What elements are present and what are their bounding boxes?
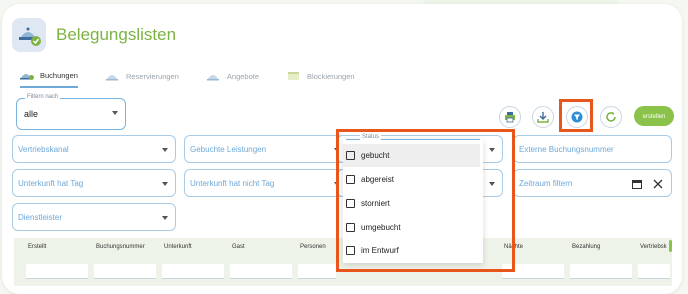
download-icon — [537, 112, 549, 123]
column-filter-input[interactable] — [230, 264, 292, 279]
filter-legend: Filtern nach — [25, 94, 61, 100]
input-placeholder: Zeitraum filtern — [519, 179, 573, 188]
tab-label: Angebote — [226, 71, 260, 81]
print-button[interactable] — [499, 106, 521, 128]
create-button[interactable]: erstellen — [634, 106, 674, 126]
tab-label: Blockierungen — [307, 71, 355, 81]
column-filter-input[interactable] — [162, 264, 224, 279]
chevron-down-icon — [162, 148, 168, 152]
select-label: Unterkunft hat Tag — [18, 179, 84, 188]
tab-angebote[interactable]: Angebote — [206, 70, 260, 88]
close-icon[interactable] — [653, 179, 663, 189]
tab-label: Reservierungen — [125, 71, 179, 81]
column-header[interactable]: Buchungsnummer — [96, 244, 145, 250]
select-label: Unterkunft hat nicht Tag — [190, 179, 275, 188]
select-label: Gebuchte Leistungen — [190, 145, 267, 154]
main-card: Belegungslisten Buchungen Reservierungen… — [2, 4, 682, 294]
page-title: Belegungslisten — [56, 25, 177, 44]
chevron-down-icon — [162, 216, 168, 220]
download-button[interactable] — [532, 106, 554, 128]
column-header[interactable]: Personen — [300, 244, 326, 250]
unterkunft-hat-tag-select[interactable]: Unterkunft hat Tag — [12, 169, 176, 197]
page-header: Belegungslisten — [12, 18, 176, 52]
tab-label: Buchungen — [40, 70, 78, 80]
filter-button-highlight — [559, 99, 593, 132]
filter-by-select[interactable]: Filtern nach alle — [16, 94, 126, 130]
chevron-down-icon — [162, 182, 168, 186]
unterkunft-hat-nicht-tag-select[interactable]: Unterkunft hat nicht Tag — [184, 169, 348, 197]
column-header[interactable]: Vertriebsk — [640, 244, 667, 250]
column-filter-input[interactable] — [94, 264, 156, 279]
zeitraum-filter-input[interactable]: Zeitraum filtern — [513, 169, 672, 197]
input-placeholder: Externe Buchungsnummer — [519, 145, 614, 154]
calendar-icon[interactable] — [632, 179, 642, 189]
dienstleister-select[interactable]: Dienstleister — [12, 203, 176, 231]
column-filter-input[interactable] — [26, 264, 88, 279]
calendar-icon — [288, 72, 300, 80]
select-label: Dienstleister — [18, 213, 63, 222]
column-header[interactable]: Unterkunft — [164, 244, 192, 250]
refresh-button[interactable] — [600, 106, 622, 128]
refresh-icon — [606, 111, 616, 122]
tab-bar: Buchungen Reservierungen Angebote Blocki… — [20, 70, 383, 88]
externe-buchungsnummer-input[interactable]: Externe Buchungsnummer — [513, 135, 672, 163]
vertriebskanal-select[interactable]: Vertriebskanal — [12, 135, 176, 163]
horizontal-scrollbar-thumb[interactable] — [669, 240, 672, 252]
column-filter-input[interactable] — [570, 264, 632, 279]
app-bell-icon — [12, 18, 46, 52]
column-header[interactable]: Gast — [232, 244, 245, 250]
status-dropdown-highlight — [336, 129, 515, 272]
column-filter-input[interactable] — [298, 264, 336, 279]
chevron-down-icon — [112, 111, 118, 115]
filter-value: alle — [24, 109, 39, 119]
column-filter-input[interactable] — [638, 264, 670, 279]
bell-icon — [105, 75, 118, 81]
column-header[interactable]: Bezahlung — [572, 244, 600, 250]
tab-reservierungen[interactable]: Reservierungen — [105, 70, 179, 88]
tab-buchungen[interactable]: Buchungen — [20, 70, 78, 88]
tab-blockierungen[interactable]: Blockierungen — [287, 70, 355, 88]
gebuchte-leistungen-select[interactable]: Gebuchte Leistungen — [184, 135, 348, 163]
bell-icon — [206, 75, 219, 81]
bell-check-icon — [20, 74, 34, 80]
printer-icon — [505, 112, 515, 123]
column-header[interactable]: Erstellt — [28, 244, 46, 250]
select-label: Vertriebskanal — [18, 145, 69, 154]
